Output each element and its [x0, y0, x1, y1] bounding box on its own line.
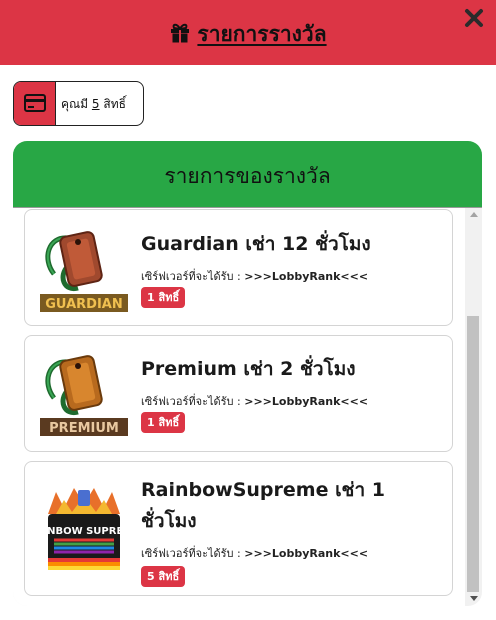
modal-title: รายการรางวัล — [0, 18, 496, 51]
scroll-down-arrow-icon[interactable] — [470, 596, 478, 601]
reward-card-premium[interactable]: PREMIUM Premium เช่า 2 ชั่วโมง เซิร์ฟเวอ… — [24, 335, 453, 452]
reward-image-guardian: GUARDIAN — [34, 224, 134, 314]
reward-image-rainbowsupreme: RAINBOW SUPREME — [28, 484, 140, 574]
rewards-panel: รายการของรางวัล GUARDIAN Guardian เช่า 1… — [13, 141, 482, 606]
reward-server: เซิร์ฟเวอร์ที่จะได้รับ : >>>LobbyRank<<< — [141, 392, 368, 410]
scrollbar-thumb[interactable] — [467, 316, 479, 592]
close-button[interactable] — [462, 6, 486, 30]
reward-list[interactable]: GUARDIAN Guardian เช่า 12 ชั่วโมง เซิร์ฟ… — [13, 208, 482, 606]
reward-image-label: GUARDIAN — [45, 297, 122, 312]
credit-icon-cell — [14, 82, 56, 125]
scrollbar[interactable] — [465, 208, 482, 606]
reward-server-label: เซิร์ฟเวอร์ที่จะได้รับ : — [141, 270, 241, 283]
reward-card-rainbowsupreme[interactable]: RAINBOW SUPREME RainbowSupreme เช่า 1 ชั… — [24, 461, 453, 596]
close-icon — [465, 9, 483, 27]
reward-name: Guardian เช่า 12 ชั่วโมง — [141, 233, 371, 255]
reward-cost-badge: 5 สิทธิ์ — [141, 566, 186, 587]
reward-image-label: PREMIUM — [49, 421, 119, 436]
reward-name: RainbowSupreme เช่า 1 ชั่วโมง — [141, 479, 385, 532]
credit-prefix: คุณมี — [61, 97, 89, 111]
credit-balance-text: คุณมี 5 สิทธิ์ — [61, 95, 126, 114]
rewards-panel-header: รายการของรางวัล — [13, 141, 482, 207]
rewards-panel-title: รายการของรางวัล — [164, 164, 331, 188]
credit-card-icon — [24, 94, 46, 112]
reward-server: เซิร์ฟเวอร์ที่จะได้รับ : >>>LobbyRank<<< — [141, 544, 368, 562]
modal-title-text: รายการรางวัล — [197, 22, 327, 46]
reward-name: Premium เช่า 2 ชั่วโมง — [141, 358, 356, 380]
credit-amount: 5 — [91, 97, 100, 111]
reward-server-value: >>>LobbyRank<<< — [244, 547, 369, 560]
credit-suffix: สิทธิ์ — [103, 97, 126, 111]
reward-image-premium: PREMIUM — [34, 348, 134, 438]
reward-image-label: RAINBOW SUPREME — [34, 526, 134, 537]
reward-server-value: >>>LobbyRank<<< — [244, 395, 369, 408]
reward-server-label: เซิร์ฟเวอร์ที่จะได้รับ : — [141, 395, 241, 408]
reward-server: เซิร์ฟเวอร์ที่จะได้รับ : >>>LobbyRank<<< — [141, 267, 368, 285]
modal-header: รายการรางวัล — [0, 0, 496, 65]
reward-cost-badge: 1 สิทธิ์ — [141, 412, 186, 433]
reward-server-value: >>>LobbyRank<<< — [244, 270, 369, 283]
reward-cost-badge: 1 สิทธิ์ — [141, 287, 186, 308]
scroll-up-arrow-icon[interactable] — [470, 212, 478, 217]
reward-card-guardian[interactable]: GUARDIAN Guardian เช่า 12 ชั่วโมง เซิร์ฟ… — [24, 209, 453, 326]
reward-server-label: เซิร์ฟเวอร์ที่จะได้รับ : — [141, 547, 241, 560]
gift-icon — [169, 22, 191, 49]
credit-balance-box: คุณมี 5 สิทธิ์ — [13, 81, 144, 126]
